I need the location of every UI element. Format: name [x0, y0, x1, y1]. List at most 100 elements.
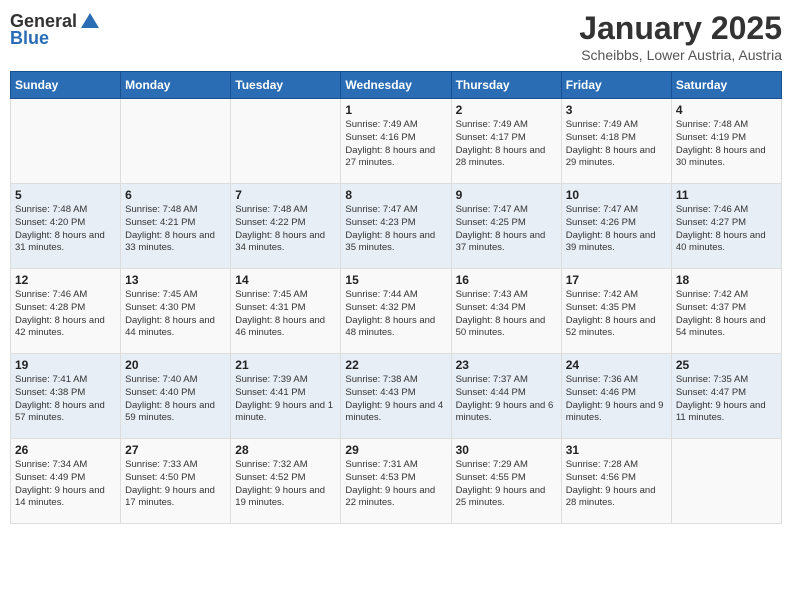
calendar-cell — [121, 99, 231, 184]
cell-content: Sunrise: 7:47 AM Sunset: 4:25 PM Dayligh… — [456, 204, 557, 255]
day-number: 11 — [676, 188, 777, 202]
cell-content: Sunrise: 7:28 AM Sunset: 4:56 PM Dayligh… — [566, 459, 667, 510]
logo: General Blue — [10, 10, 101, 49]
day-number: 22 — [345, 358, 446, 372]
calendar-cell: 8 Sunrise: 7:47 AM Sunset: 4:23 PM Daylig… — [341, 184, 451, 269]
calendar-week-row: 1 Sunrise: 7:49 AM Sunset: 4:16 PM Daylig… — [11, 99, 782, 184]
calendar-day-header: Monday — [121, 72, 231, 99]
calendar-header-row: SundayMondayTuesdayWednesdayThursdayFrid… — [11, 72, 782, 99]
calendar-week-row: 12Sunrise: 7:46 AM Sunset: 4:28 PM Dayli… — [11, 269, 782, 354]
cell-content: Sunrise: 7:29 AM Sunset: 4:55 PM Dayligh… — [456, 459, 557, 510]
day-number: 20 — [125, 358, 226, 372]
page-header: General Blue January 2025 Scheibbs, Lowe… — [10, 10, 782, 63]
logo-icon — [79, 10, 101, 32]
calendar-cell: 17 Sunrise: 7:42 AM Sunset: 4:35 PM Dayli… — [561, 269, 671, 354]
day-number: 4 — [676, 103, 777, 117]
calendar-day-header: Friday — [561, 72, 671, 99]
cell-content: Sunrise: 7:46 AM Sunset: 4:28 PM Dayligh… — [15, 289, 116, 340]
cell-content: Sunrise: 7:48 AM Sunset: 4:19 PM Dayligh… — [676, 119, 777, 170]
calendar-cell: 29 Sunrise: 7:31 AM Sunset: 4:53 PM Dayli… — [341, 439, 451, 524]
cell-content: Sunrise: 7:35 AM Sunset: 4:47 PM Dayligh… — [676, 374, 777, 425]
day-number: 16 — [456, 273, 557, 287]
calendar-cell: 10Sunrise: 7:47 AM Sunset: 4:26 PM Dayli… — [561, 184, 671, 269]
calendar-week-row: 19Sunrise: 7:41 AM Sunset: 4:38 PM Dayli… — [11, 354, 782, 439]
calendar-cell: 27 Sunrise: 7:33 AM Sunset: 4:50 PM Dayli… — [121, 439, 231, 524]
day-number: 9 — [456, 188, 557, 202]
day-number: 17 — [566, 273, 667, 287]
calendar-cell: 23 Sunrise: 7:37 AM Sunset: 4:44 PM Dayli… — [451, 354, 561, 439]
day-number: 23 — [456, 358, 557, 372]
calendar-cell — [11, 99, 121, 184]
title-block: January 2025 Scheibbs, Lower Austria, Au… — [579, 10, 782, 63]
calendar-cell: 11 Sunrise: 7:46 AM Sunset: 4:27 PM Dayli… — [671, 184, 781, 269]
day-number: 15 — [345, 273, 446, 287]
calendar-cell: 2 Sunrise: 7:49 AM Sunset: 4:17 PM Daylig… — [451, 99, 561, 184]
day-number: 1 — [345, 103, 446, 117]
cell-content: Sunrise: 7:43 AM Sunset: 4:34 PM Dayligh… — [456, 289, 557, 340]
day-number: 8 — [345, 188, 446, 202]
cell-content: Sunrise: 7:37 AM Sunset: 4:44 PM Dayligh… — [456, 374, 557, 425]
calendar-day-header: Tuesday — [231, 72, 341, 99]
day-number: 5 — [15, 188, 116, 202]
calendar-cell: 13Sunrise: 7:45 AM Sunset: 4:30 PM Dayli… — [121, 269, 231, 354]
cell-content: Sunrise: 7:49 AM Sunset: 4:17 PM Dayligh… — [456, 119, 557, 170]
calendar-week-row: 26 Sunrise: 7:34 AM Sunset: 4:49 PM Dayli… — [11, 439, 782, 524]
cell-content: Sunrise: 7:49 AM Sunset: 4:16 PM Dayligh… — [345, 119, 446, 170]
calendar-cell: 5 Sunrise: 7:48 AM Sunset: 4:20 PM Daylig… — [11, 184, 121, 269]
calendar-cell: 19Sunrise: 7:41 AM Sunset: 4:38 PM Dayli… — [11, 354, 121, 439]
cell-content: Sunrise: 7:48 AM Sunset: 4:22 PM Dayligh… — [235, 204, 336, 255]
calendar-cell: 12Sunrise: 7:46 AM Sunset: 4:28 PM Dayli… — [11, 269, 121, 354]
calendar-cell: 28 Sunrise: 7:32 AM Sunset: 4:52 PM Dayli… — [231, 439, 341, 524]
day-number: 26 — [15, 443, 116, 457]
cell-content: Sunrise: 7:47 AM Sunset: 4:26 PM Dayligh… — [566, 204, 667, 255]
cell-content: Sunrise: 7:36 AM Sunset: 4:46 PM Dayligh… — [566, 374, 667, 425]
calendar-cell: 22Sunrise: 7:38 AM Sunset: 4:43 PM Dayli… — [341, 354, 451, 439]
cell-content: Sunrise: 7:48 AM Sunset: 4:20 PM Dayligh… — [15, 204, 116, 255]
calendar-cell: 15 Sunrise: 7:44 AM Sunset: 4:32 PM Dayli… — [341, 269, 451, 354]
logo-blue-text: Blue — [10, 28, 49, 49]
calendar-day-header: Wednesday — [341, 72, 451, 99]
cell-content: Sunrise: 7:34 AM Sunset: 4:49 PM Dayligh… — [15, 459, 116, 510]
cell-content: Sunrise: 7:48 AM Sunset: 4:21 PM Dayligh… — [125, 204, 226, 255]
calendar-cell: 4 Sunrise: 7:48 AM Sunset: 4:19 PM Daylig… — [671, 99, 781, 184]
calendar-cell: 24 Sunrise: 7:36 AM Sunset: 4:46 PM Dayli… — [561, 354, 671, 439]
page-subtitle: Scheibbs, Lower Austria, Austria — [579, 47, 782, 63]
calendar-cell: 9 Sunrise: 7:47 AM Sunset: 4:25 PM Daylig… — [451, 184, 561, 269]
cell-content: Sunrise: 7:31 AM Sunset: 4:53 PM Dayligh… — [345, 459, 446, 510]
day-number: 14 — [235, 273, 336, 287]
cell-content: Sunrise: 7:33 AM Sunset: 4:50 PM Dayligh… — [125, 459, 226, 510]
cell-content: Sunrise: 7:47 AM Sunset: 4:23 PM Dayligh… — [345, 204, 446, 255]
calendar-day-header: Saturday — [671, 72, 781, 99]
calendar-cell: 18 Sunrise: 7:42 AM Sunset: 4:37 PM Dayli… — [671, 269, 781, 354]
cell-content: Sunrise: 7:32 AM Sunset: 4:52 PM Dayligh… — [235, 459, 336, 510]
day-number: 30 — [456, 443, 557, 457]
calendar-cell: 7Sunrise: 7:48 AM Sunset: 4:22 PM Daylig… — [231, 184, 341, 269]
day-number: 31 — [566, 443, 667, 457]
day-number: 18 — [676, 273, 777, 287]
cell-content: Sunrise: 7:49 AM Sunset: 4:18 PM Dayligh… — [566, 119, 667, 170]
cell-content: Sunrise: 7:45 AM Sunset: 4:31 PM Dayligh… — [235, 289, 336, 340]
day-number: 29 — [345, 443, 446, 457]
calendar-cell — [231, 99, 341, 184]
cell-content: Sunrise: 7:46 AM Sunset: 4:27 PM Dayligh… — [676, 204, 777, 255]
day-number: 21 — [235, 358, 336, 372]
cell-content: Sunrise: 7:42 AM Sunset: 4:35 PM Dayligh… — [566, 289, 667, 340]
day-number: 24 — [566, 358, 667, 372]
day-number: 28 — [235, 443, 336, 457]
day-number: 19 — [15, 358, 116, 372]
calendar-cell: 16 Sunrise: 7:43 AM Sunset: 4:34 PM Dayli… — [451, 269, 561, 354]
day-number: 27 — [125, 443, 226, 457]
calendar-cell: 1 Sunrise: 7:49 AM Sunset: 4:16 PM Daylig… — [341, 99, 451, 184]
day-number: 6 — [125, 188, 226, 202]
calendar-table: SundayMondayTuesdayWednesdayThursdayFrid… — [10, 71, 782, 524]
cell-content: Sunrise: 7:40 AM Sunset: 4:40 PM Dayligh… — [125, 374, 226, 425]
calendar-cell: 3 Sunrise: 7:49 AM Sunset: 4:18 PM Daylig… — [561, 99, 671, 184]
day-number: 3 — [566, 103, 667, 117]
calendar-cell: 21Sunrise: 7:39 AM Sunset: 4:41 PM Dayli… — [231, 354, 341, 439]
cell-content: Sunrise: 7:44 AM Sunset: 4:32 PM Dayligh… — [345, 289, 446, 340]
calendar-day-header: Sunday — [11, 72, 121, 99]
day-number: 2 — [456, 103, 557, 117]
calendar-day-header: Thursday — [451, 72, 561, 99]
cell-content: Sunrise: 7:42 AM Sunset: 4:37 PM Dayligh… — [676, 289, 777, 340]
calendar-cell: 6 Sunrise: 7:48 AM Sunset: 4:21 PM Daylig… — [121, 184, 231, 269]
